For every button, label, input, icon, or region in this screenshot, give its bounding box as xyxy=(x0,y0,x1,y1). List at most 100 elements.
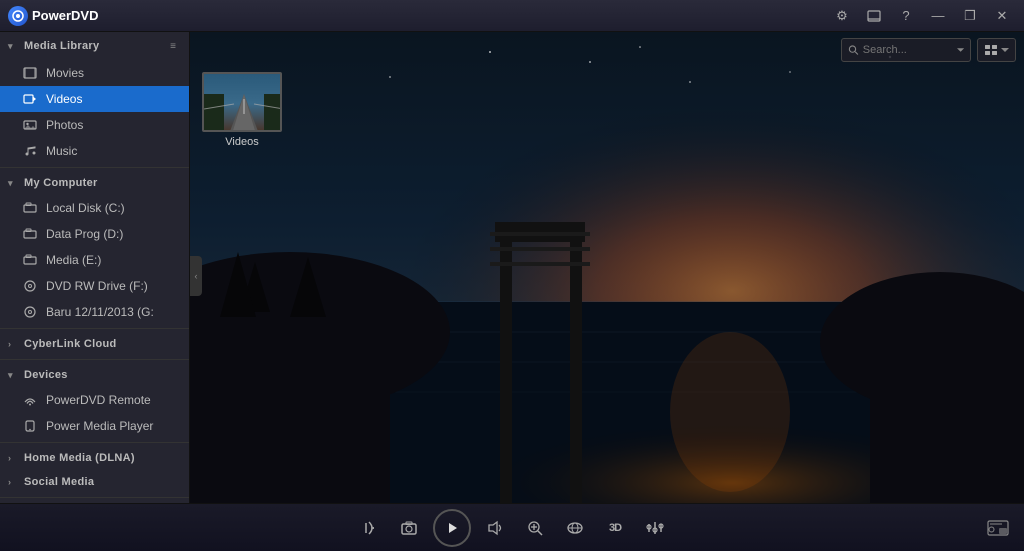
sidebar-item-power-media-player[interactable]: Power Media Player xyxy=(0,413,189,439)
maximize-title-btn[interactable]: ❐ xyxy=(956,4,984,28)
screen-title-btn[interactable] xyxy=(860,4,888,28)
threed-btn[interactable]: 3D xyxy=(599,512,631,544)
media-library-label: Media Library xyxy=(24,40,99,52)
cyberlink-cloud-arrow: › xyxy=(8,339,20,349)
settings-title-btn[interactable]: ⚙ xyxy=(828,4,856,28)
search-input[interactable] xyxy=(863,44,953,56)
videos-thumb-label: Videos xyxy=(225,136,258,148)
cyberlink-cloud-label: CyberLink Cloud xyxy=(24,338,117,350)
data-d-label: Data Prog (D:) xyxy=(46,227,123,241)
videos-thumbnail[interactable]: Videos xyxy=(202,72,282,148)
media-library-menu-btn[interactable]: ≡ xyxy=(165,38,181,54)
sidebar-item-powerdvd-remote[interactable]: PowerDVD Remote xyxy=(0,387,189,413)
cinema-btn[interactable] xyxy=(559,512,591,544)
zoom-btn[interactable] xyxy=(519,512,551,544)
sidebar-item-baru-g[interactable]: Baru 12/11/2013 (G: xyxy=(0,299,189,325)
play-btn[interactable] xyxy=(433,509,471,547)
home-media-label: Home Media (DLNA) xyxy=(24,452,135,464)
sidebar-section-home-media[interactable]: › Home Media (DLNA) xyxy=(0,446,189,470)
sidebar-item-dvd-f[interactable]: DVD RW Drive (F:) xyxy=(0,273,189,299)
divider-5 xyxy=(0,497,189,498)
social-media-label: Social Media xyxy=(24,476,94,488)
content-header xyxy=(190,32,1024,68)
power-media-player-label: Power Media Player xyxy=(46,419,153,433)
mini-player-btn[interactable] xyxy=(984,514,1012,542)
media-library-arrow: ▾ xyxy=(8,41,20,52)
data-d-icon xyxy=(22,226,38,242)
powerdvd-remote-label: PowerDVD Remote xyxy=(46,393,151,407)
titlebar-controls: ⚙ ? — ❐ ✕ xyxy=(828,4,1016,28)
divider-2 xyxy=(0,328,189,329)
sidebar-collapse-handle[interactable]: ‹ xyxy=(190,256,202,296)
sidebar-item-photos[interactable]: Photos xyxy=(0,112,189,138)
photos-label: Photos xyxy=(46,118,83,132)
help-title-btn[interactable]: ? xyxy=(892,4,920,28)
sidebar-section-devices[interactable]: ▾ Devices xyxy=(0,363,189,387)
powerdvd-remote-icon xyxy=(22,392,38,408)
baru-g-icon xyxy=(22,304,38,320)
sidebar-item-local-c[interactable]: Local Disk (C:) xyxy=(0,195,189,221)
titlebar-left: PowerDVD xyxy=(8,6,98,26)
titlebar: PowerDVD ⚙ ? — ❐ ✕ xyxy=(0,0,1024,32)
power-media-player-icon xyxy=(22,418,38,434)
dvd-f-icon xyxy=(22,278,38,294)
logo-circle xyxy=(8,6,28,26)
sidebar-section-social-media[interactable]: › Social Media xyxy=(0,470,189,494)
photos-icon xyxy=(22,117,38,133)
sidebar-item-videos[interactable]: Videos xyxy=(0,86,189,112)
home-media-arrow: › xyxy=(8,453,20,463)
dvd-f-label: DVD RW Drive (F:) xyxy=(46,279,148,293)
divider-3 xyxy=(0,359,189,360)
divider-1 xyxy=(0,167,189,168)
media-e-label: Media (E:) xyxy=(46,253,101,267)
divider-4 xyxy=(0,442,189,443)
sidebar: ▾ Media Library ≡ Movies Videos Photos xyxy=(0,32,190,503)
devices-label: Devices xyxy=(24,369,68,381)
videos-icon xyxy=(22,91,38,107)
rewind-btn[interactable] xyxy=(353,512,385,544)
sidebar-section-media-library[interactable]: ▾ Media Library ≡ xyxy=(0,32,189,60)
movies-label: Movies xyxy=(46,66,84,80)
rewind-icon xyxy=(360,520,378,536)
app-logo: PowerDVD xyxy=(8,6,98,26)
movies-icon xyxy=(22,65,38,81)
videos-thumb-svg xyxy=(204,74,282,132)
videos-thumb-image xyxy=(202,72,282,132)
music-icon xyxy=(22,143,38,159)
cinema-icon xyxy=(566,520,584,536)
volume-btn[interactable] xyxy=(479,512,511,544)
play-icon xyxy=(444,520,460,536)
search-box[interactable] xyxy=(841,38,971,62)
sidebar-section-cyberlink-cloud[interactable]: › CyberLink Cloud xyxy=(0,332,189,356)
eq-settings-btn[interactable] xyxy=(639,512,671,544)
search-dropdown-icon xyxy=(957,46,964,54)
devices-arrow: ▾ xyxy=(8,370,20,381)
social-media-arrow: › xyxy=(8,477,20,487)
grid-view-icon xyxy=(984,44,998,56)
main-layout: ▾ Media Library ≡ Movies Videos Photos xyxy=(0,32,1024,503)
sidebar-item-movies[interactable]: Movies xyxy=(0,60,189,86)
sidebar-item-music[interactable]: Music xyxy=(0,138,189,164)
minimize-title-btn[interactable]: — xyxy=(924,4,952,28)
search-icon xyxy=(848,44,859,56)
zoom-icon xyxy=(526,520,544,536)
baru-g-label: Baru 12/11/2013 (G: xyxy=(46,305,154,319)
bottom-toolbar: 3D xyxy=(0,503,1024,551)
sidebar-section-my-computer[interactable]: ▾ My Computer xyxy=(0,171,189,195)
close-title-btn[interactable]: ✕ xyxy=(988,4,1016,28)
sidebar-item-data-d[interactable]: Data Prog (D:) xyxy=(0,221,189,247)
media-e-icon xyxy=(22,252,38,268)
toolbar-right xyxy=(984,514,1012,542)
mini-player-icon xyxy=(987,520,1009,536)
thumbnail-area: Videos xyxy=(202,72,282,148)
snapshot-icon xyxy=(400,520,418,536)
music-label: Music xyxy=(46,144,77,158)
my-computer-arrow: ▾ xyxy=(8,178,20,189)
app-title: PowerDVD xyxy=(32,8,98,23)
videos-label: Videos xyxy=(46,92,82,106)
local-c-icon xyxy=(22,200,38,216)
view-toggle[interactable] xyxy=(977,38,1016,62)
content-background xyxy=(190,32,1024,503)
snapshot-btn[interactable] xyxy=(393,512,425,544)
sidebar-item-media-e[interactable]: Media (E:) xyxy=(0,247,189,273)
